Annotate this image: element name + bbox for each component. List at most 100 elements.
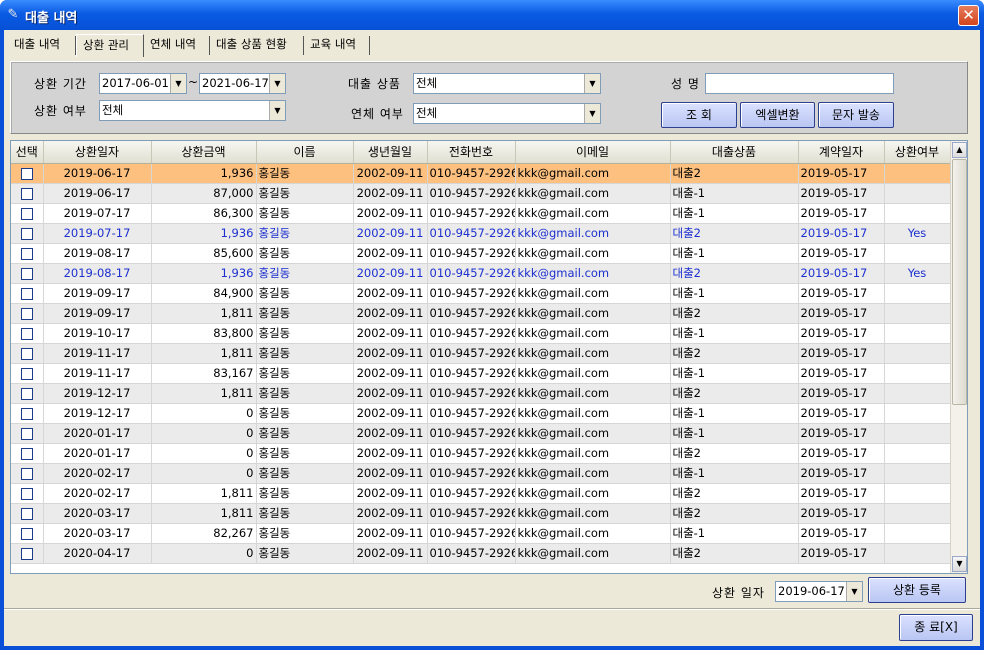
row-select-checkbox[interactable] <box>11 383 44 404</box>
row-select-checkbox[interactable] <box>11 423 44 444</box>
col-header-select[interactable]: 선택 <box>11 141 44 164</box>
col-header-repay-amount[interactable]: 상환금액 <box>151 141 257 164</box>
table-row[interactable]: 2019-09-17 1,811 홍길동 2002-09-11 010-9457-292… <box>11 303 950 324</box>
checkbox-icon[interactable] <box>20 227 33 240</box>
table-row[interactable]: 2020-04-17 0 홍길동 2002-09-11 010-9457-2926 kkk… <box>11 543 950 564</box>
col-header-phone[interactable]: 전화번호 <box>427 141 516 164</box>
row-select-checkbox[interactable] <box>11 403 44 424</box>
table-row[interactable]: 2019-11-17 1,811 홍길동 2002-09-11 010-9457-292… <box>11 343 950 364</box>
table-row[interactable]: 2020-01-17 0 홍길동 2002-09-11 010-9457-2926 kkk… <box>11 423 950 444</box>
checkbox-icon[interactable] <box>20 267 33 280</box>
product-select[interactable]: 전체 ▼ <box>413 73 601 94</box>
table-row[interactable]: 2020-03-17 1,811 홍길동 2002-09-11 010-9457-292… <box>11 503 950 524</box>
checkbox-icon[interactable] <box>20 187 33 200</box>
table-row[interactable]: 2019-07-17 1,936 홍길동 2002-09-11 010-9457-292… <box>11 223 950 244</box>
table-row[interactable]: 2019-08-17 1,936 홍길동 2002-09-11 010-9457-292… <box>11 263 950 284</box>
tab-loan-product-status[interactable]: 대출 상품 현황 <box>210 36 304 55</box>
overdue-select[interactable]: 전체 ▼ <box>413 103 601 124</box>
checkbox-icon[interactable] <box>20 407 33 420</box>
checkbox-icon[interactable] <box>20 207 33 220</box>
row-select-checkbox[interactable] <box>11 463 44 484</box>
row-select-checkbox[interactable] <box>11 163 44 184</box>
register-repayment-button[interactable]: 상환 등록 <box>868 577 966 603</box>
checkbox-icon[interactable] <box>20 247 33 260</box>
checkbox-icon[interactable] <box>20 527 33 540</box>
col-header-name[interactable]: 이름 <box>256 141 354 164</box>
row-select-checkbox[interactable] <box>11 483 44 504</box>
scroll-down-icon[interactable]: ▼ <box>952 556 967 572</box>
checkbox-icon[interactable] <box>20 287 33 300</box>
row-select-checkbox[interactable] <box>11 283 44 304</box>
checkbox-icon[interactable] <box>20 427 33 440</box>
repay-status-select[interactable]: 전체 ▼ <box>99 100 286 121</box>
checkbox-icon[interactable] <box>20 507 33 520</box>
checkbox-icon[interactable] <box>20 307 33 320</box>
table-row[interactable]: 2019-12-17 1,811 홍길동 2002-09-11 010-9457-292… <box>11 383 950 404</box>
col-header-repay-date[interactable]: 상환일자 <box>43 141 152 164</box>
row-select-checkbox[interactable] <box>11 303 44 324</box>
col-header-contract-date[interactable]: 계약일자 <box>798 141 885 164</box>
table-row[interactable]: 2019-11-17 83,167 홍길동 2002-09-11 010-9457-29… <box>11 363 950 384</box>
col-header-email[interactable]: 이메일 <box>515 141 671 164</box>
title-bar[interactable]: ✎ 대출 내역 ✕ <box>0 0 984 30</box>
row-select-checkbox[interactable] <box>11 323 44 344</box>
table-row[interactable]: 2020-02-17 1,811 홍길동 2002-09-11 010-9457-292… <box>11 483 950 504</box>
table-row[interactable]: 2020-01-17 0 홍길동 2002-09-11 010-9457-2926 kkk… <box>11 443 950 464</box>
checkbox-icon[interactable] <box>20 387 33 400</box>
checkbox-icon[interactable] <box>20 447 33 460</box>
tab-loan-history[interactable]: 대출 내역 <box>8 36 76 55</box>
row-select-checkbox[interactable] <box>11 503 44 524</box>
row-select-checkbox[interactable] <box>11 363 44 384</box>
table-row[interactable]: 2020-02-17 0 홍길동 2002-09-11 010-9457-2926 kkk… <box>11 463 950 484</box>
send-sms-button[interactable]: 문자 발송 <box>818 102 894 128</box>
table-row[interactable]: 2019-07-17 86,300 홍길동 2002-09-11 010-9457-29… <box>11 203 950 224</box>
table-row[interactable]: 2019-08-17 85,600 홍길동 2002-09-11 010-9457-29… <box>11 243 950 264</box>
row-select-checkbox[interactable] <box>11 243 44 264</box>
close-window-button[interactable]: ✕ <box>958 5 979 26</box>
row-select-checkbox[interactable] <box>11 223 44 244</box>
vertical-scrollbar[interactable]: ▲ ▼ <box>950 141 967 573</box>
checkbox-icon[interactable] <box>20 467 33 480</box>
row-select-checkbox[interactable] <box>11 543 44 564</box>
row-select-checkbox[interactable] <box>11 263 44 284</box>
col-header-repaid[interactable]: 상환여부 <box>884 141 950 164</box>
table-row[interactable]: 2019-06-17 87,000 홍길동 2002-09-11 010-9457-29… <box>11 183 950 204</box>
col-header-birth[interactable]: 생년월일 <box>353 141 428 164</box>
row-select-checkbox[interactable] <box>11 443 44 464</box>
row-select-checkbox[interactable] <box>11 203 44 224</box>
checkbox-icon[interactable] <box>20 167 33 180</box>
search-button[interactable]: 조 회 <box>661 102 737 128</box>
checkbox-icon[interactable] <box>20 487 33 500</box>
chevron-down-icon[interactable]: ▼ <box>269 101 285 120</box>
scroll-thumb[interactable] <box>952 159 967 405</box>
chevron-down-icon[interactable]: ▼ <box>269 74 285 93</box>
chevron-down-icon[interactable]: ▼ <box>584 104 600 123</box>
chevron-down-icon[interactable]: ▼ <box>846 582 862 601</box>
table-row[interactable]: 2019-06-17 1,936 홍길동 2002-09-11 010-9457-292… <box>11 163 950 184</box>
checkbox-icon[interactable] <box>20 367 33 380</box>
table-row[interactable]: 2019-10-17 83,800 홍길동 2002-09-11 010-9457-29… <box>11 323 950 344</box>
exit-button[interactable]: 종 료[X] <box>899 614 973 641</box>
period-to-select[interactable]: 2021-06-17 ▼ <box>199 73 286 94</box>
row-select-checkbox[interactable] <box>11 343 44 364</box>
table-row[interactable]: 2019-09-17 84,900 홍길동 2002-09-11 010-9457-29… <box>11 283 950 304</box>
col-header-product[interactable]: 대출상품 <box>670 141 799 164</box>
excel-export-button[interactable]: 엑셀변환 <box>740 102 815 128</box>
chevron-down-icon[interactable]: ▼ <box>584 74 600 93</box>
repay-date-select[interactable]: 2019-06-17 ▼ <box>775 581 863 602</box>
table-row[interactable]: 2019-12-17 0 홍길동 2002-09-11 010-9457-2926 kkk… <box>11 403 950 424</box>
checkbox-icon[interactable] <box>20 327 33 340</box>
tab-repayment-management[interactable]: 상환 관리 <box>76 34 144 57</box>
period-from-select[interactable]: 2017-06-01 ▼ <box>99 73 187 94</box>
scroll-up-icon[interactable]: ▲ <box>952 142 967 158</box>
repayment-grid[interactable]: 선택 상환일자 상환금액 이름 생년월일 전화번호 이메일 대출상품 계약일자 … <box>10 140 968 574</box>
row-select-checkbox[interactable] <box>11 523 44 544</box>
tab-education-history[interactable]: 교육 내역 <box>304 36 370 55</box>
row-select-checkbox[interactable] <box>11 183 44 204</box>
checkbox-icon[interactable] <box>20 347 33 360</box>
chevron-down-icon[interactable]: ▼ <box>170 74 186 93</box>
checkbox-icon[interactable] <box>20 547 33 560</box>
table-row[interactable]: 2020-03-17 82,267 홍길동 2002-09-11 010-9457-29… <box>11 523 950 544</box>
tab-overdue-history[interactable]: 연체 내역 <box>144 36 210 55</box>
name-input[interactable] <box>705 73 894 94</box>
